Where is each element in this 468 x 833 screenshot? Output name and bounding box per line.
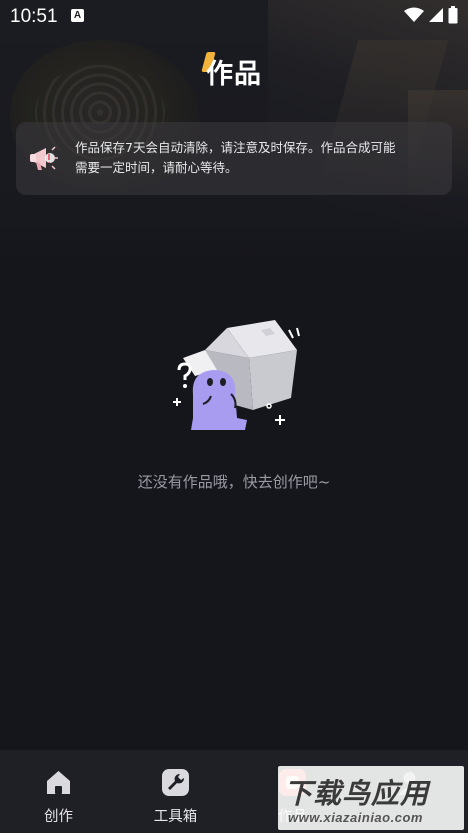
- wrench-icon: [162, 769, 189, 796]
- wifi-icon: [404, 7, 424, 22]
- home-icon: [47, 771, 70, 794]
- city-artwork: [268, 0, 468, 230]
- watermark-url-text: www.xiazainiao.com: [288, 810, 423, 825]
- notice-line-1: 作品保存7天会自动清除，请注意及时保存。作品合成可能: [75, 140, 396, 155]
- nav-item-toolbox[interactable]: 工具箱: [117, 750, 234, 833]
- battery-icon: [448, 6, 458, 24]
- status-icons: [404, 6, 458, 24]
- megaphone-icon: [30, 146, 58, 170]
- empty-state-message: 还没有作品哦，快去创作吧~: [137, 473, 331, 491]
- a-letter-icon: A: [71, 9, 84, 22]
- watermark: 下载鸟应用 www.xiazainiao.com: [278, 766, 464, 830]
- watermark-main-text: 下载鸟应用: [284, 777, 430, 810]
- notice-text: 作品保存7天会自动清除，请注意及时保存。作品合成可能 需要一定时间，请耐心等待。: [75, 138, 435, 178]
- notice-line-2: 需要一定时间，请耐心等待。: [75, 160, 238, 175]
- status-time: 10:51: [10, 6, 58, 27]
- nav-item-create[interactable]: 创作: [0, 750, 117, 833]
- nav-label-toolbox: 工具箱: [153, 809, 198, 825]
- notice-banner: 作品保存7天会自动清除，请注意及时保存。作品合成可能 需要一定时间，请耐心等待。: [16, 122, 452, 195]
- status-bar: 10:51 A: [0, 0, 468, 34]
- empty-box-ghost-illustration: [173, 320, 300, 430]
- header-background-art: [0, 0, 468, 240]
- page-title-text: 作品: [206, 59, 262, 90]
- nav-label-create: 创作: [44, 809, 73, 825]
- signal-icon: [429, 8, 443, 22]
- page-title: 作品: [0, 52, 468, 91]
- works-screen: 10:51 A 作品 作品保存7天会自动清除，请注意及时保存。作品合成可能 需要…: [0, 0, 468, 833]
